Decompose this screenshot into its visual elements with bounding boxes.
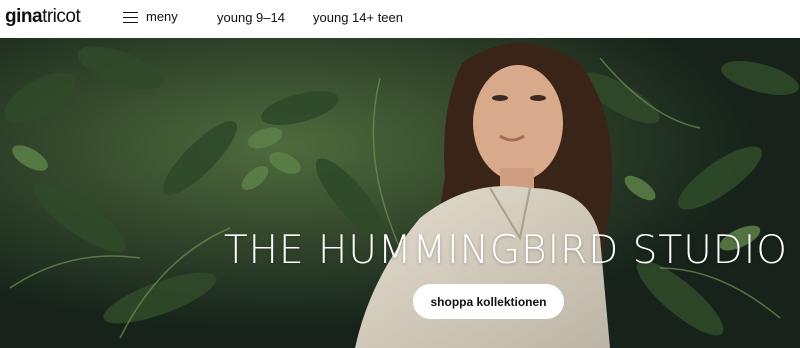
logo-text-tricot: tricot <box>42 6 81 27</box>
menu-button[interactable]: meny <box>123 9 178 24</box>
nav-link-young-9-14[interactable]: young 9–14 <box>217 10 285 25</box>
hamburger-icon <box>123 11 138 23</box>
nav-link-young-14-teen[interactable]: young 14+ teen <box>313 10 403 25</box>
hero-banner[interactable]: THE HUMMINGBIRD STUDIO shoppa kollektion… <box>0 38 800 348</box>
hero-image <box>0 38 800 348</box>
shop-collection-button[interactable]: shoppa kollektionen <box>413 284 564 319</box>
gina-tricot-logo[interactable]: ginatricot <box>5 6 81 28</box>
logo-text-gina: gina <box>5 6 43 27</box>
menu-label: meny <box>146 9 178 24</box>
top-navigation-bar: ginatricot meny young 9–14 young 14+ tee… <box>0 0 800 38</box>
